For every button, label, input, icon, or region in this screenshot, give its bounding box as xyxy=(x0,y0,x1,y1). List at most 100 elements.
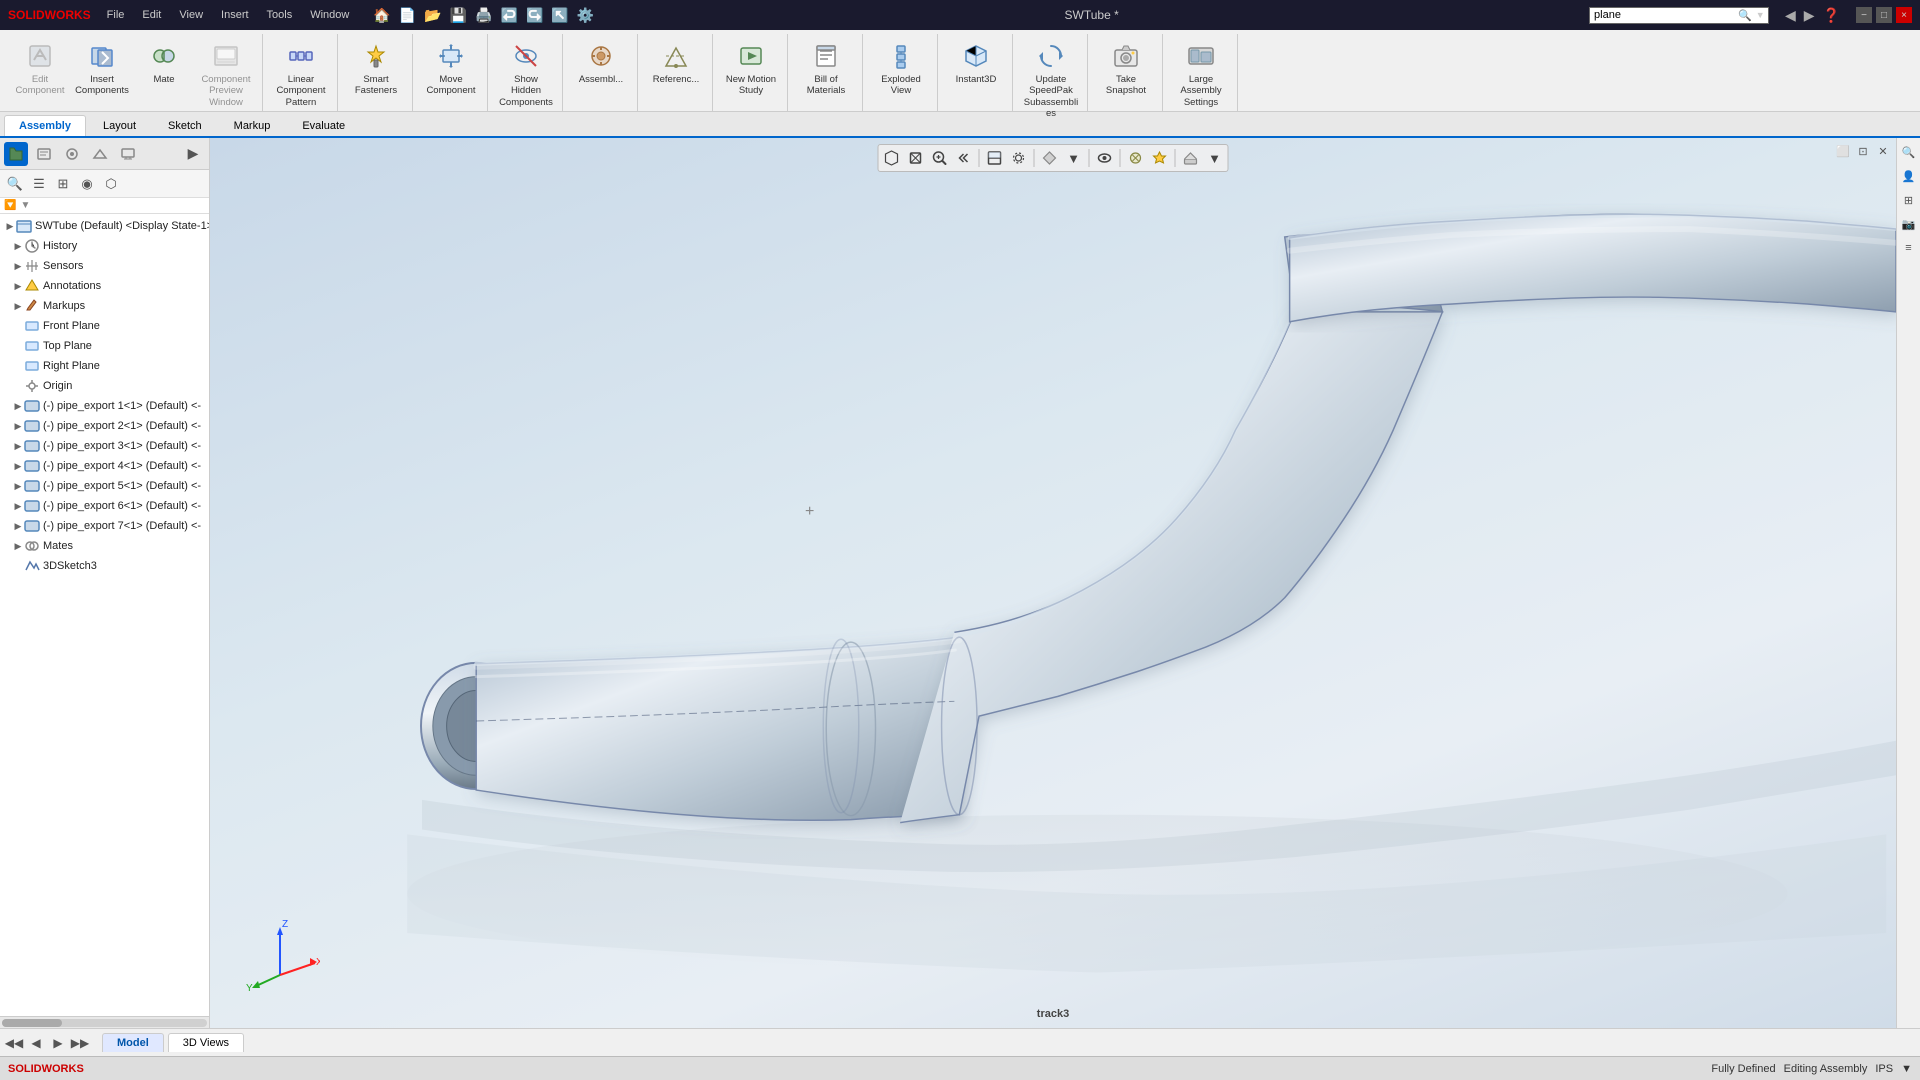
tree-item-pipe2[interactable]: ▶ (-) pipe_export 2<1> (Default) <- xyxy=(0,416,209,436)
maximize-pane-button[interactable]: ⬜ xyxy=(1834,142,1852,160)
tab-markup[interactable]: Markup xyxy=(219,115,286,136)
bill-of-materials-button[interactable]: Bill of Materials xyxy=(796,36,856,101)
edit-component-button[interactable]: Edit Component xyxy=(10,36,70,101)
print-icon[interactable]: 🖨️ xyxy=(475,7,492,24)
tree-item-origin[interactable]: ▶ Origin xyxy=(0,376,209,396)
menu-tools[interactable]: Tools xyxy=(259,7,301,23)
reference-geometry-button[interactable]: Referenc... xyxy=(646,36,706,89)
nav-last-button[interactable]: ▶▶ xyxy=(70,1033,90,1053)
tree-item-pipe7[interactable]: ▶ (-) pipe_export 7<1> (Default) <- xyxy=(0,516,209,536)
pipe6-toggle[interactable]: ▶ xyxy=(12,500,24,512)
instant3d-button[interactable]: Instant3D xyxy=(946,36,1006,89)
tree-item-3dsketch3[interactable]: ▶ 3DSketch3 xyxy=(0,556,209,576)
sidebar-search-button[interactable]: 🔍 xyxy=(4,173,26,195)
large-assembly-settings-button[interactable]: Large Assembly Settings xyxy=(1171,36,1231,112)
display-manager-tab[interactable] xyxy=(116,142,140,166)
sensors-toggle[interactable]: ▶ xyxy=(12,260,24,272)
sidebar-filter-button[interactable]: ⬡ xyxy=(100,173,122,195)
rp-camera-button[interactable]: 📷 xyxy=(1899,214,1919,234)
new-motion-study-button[interactable]: New Motion Study xyxy=(721,36,781,101)
move-component-button[interactable]: Move Component xyxy=(421,36,481,101)
sidebar-scrollbar[interactable] xyxy=(0,1016,209,1028)
dimxpert-tab[interactable] xyxy=(88,142,112,166)
save-icon[interactable]: 💾 xyxy=(450,7,467,24)
select-icon[interactable]: ↖️ xyxy=(551,7,568,24)
split-pane-button[interactable]: ⊡ xyxy=(1854,142,1872,160)
nav-next-button[interactable]: ▶ xyxy=(48,1033,68,1053)
tab-evaluate[interactable]: Evaluate xyxy=(287,115,360,136)
root-toggle[interactable]: ▶ xyxy=(4,220,16,232)
redo-icon[interactable]: ↪️ xyxy=(526,7,543,24)
minimize-button[interactable]: − xyxy=(1856,7,1872,23)
take-snapshot-button[interactable]: Take Snapshot xyxy=(1096,36,1156,101)
tree-item-pipe3[interactable]: ▶ (-) pipe_export 3<1> (Default) <- xyxy=(0,436,209,456)
close-pane-button[interactable]: ✕ xyxy=(1874,142,1892,160)
tree-item-mates[interactable]: ▶ Mates xyxy=(0,536,209,556)
scroll-thumb[interactable] xyxy=(2,1019,62,1027)
history-toggle[interactable]: ▶ xyxy=(12,240,24,252)
tree-item-pipe6[interactable]: ▶ (-) pipe_export 6<1> (Default) <- xyxy=(0,496,209,516)
configuration-manager-tab[interactable] xyxy=(60,142,84,166)
pipe5-toggle[interactable]: ▶ xyxy=(12,480,24,492)
tree-item-history[interactable]: ▶ History xyxy=(0,236,209,256)
tree-item-top-plane[interactable]: ▶ Top Plane xyxy=(0,336,209,356)
menu-edit[interactable]: Edit xyxy=(134,7,169,23)
tab-model[interactable]: Model xyxy=(102,1033,164,1052)
help-back-icon[interactable]: ◀ xyxy=(1785,7,1796,24)
tree-item-markups[interactable]: ▶ Markups xyxy=(0,296,209,316)
menu-insert[interactable]: Insert xyxy=(213,7,257,23)
annotations-toggle[interactable]: ▶ xyxy=(12,280,24,292)
tree-item-pipe1[interactable]: ▶ (-) pipe_export 1<1> (Default) <- xyxy=(0,396,209,416)
tree-root[interactable]: ▶ SWTube (Default) <Display State-1> xyxy=(0,216,209,236)
smart-fasteners-button[interactable]: Smart Fasteners xyxy=(346,36,406,101)
help-icon[interactable]: ❓ xyxy=(1823,7,1840,24)
nav-prev-button[interactable]: ◀ xyxy=(26,1033,46,1053)
search-dropdown-icon[interactable]: ▼ xyxy=(1756,10,1765,20)
sidebar-collapse-button[interactable]: ◉ xyxy=(76,173,98,195)
pipe2-toggle[interactable]: ▶ xyxy=(12,420,24,432)
menu-view[interactable]: View xyxy=(171,7,211,23)
tree-item-pipe4[interactable]: ▶ (-) pipe_export 4<1> (Default) <- xyxy=(0,456,209,476)
show-hidden-button[interactable]: Show Hidden Components xyxy=(496,36,556,112)
restore-button[interactable]: □ xyxy=(1876,7,1892,23)
search-icon[interactable]: 🔍 xyxy=(1738,9,1752,22)
pipe3-toggle[interactable]: ▶ xyxy=(12,440,24,452)
tab-assembly[interactable]: Assembly xyxy=(4,115,86,136)
mate-button[interactable]: Mate xyxy=(134,36,194,89)
home-icon[interactable]: 🏠 xyxy=(373,7,390,24)
nav-first-button[interactable]: ◀◀ xyxy=(4,1033,24,1053)
status-units-dropdown[interactable]: ▼ xyxy=(1901,1063,1912,1075)
tree-item-sensors[interactable]: ▶ Sensors xyxy=(0,256,209,276)
assembly-features-button[interactable]: Assembl... xyxy=(571,36,631,89)
pipe1-toggle[interactable]: ▶ xyxy=(12,400,24,412)
new-icon[interactable]: 📄 xyxy=(399,7,416,24)
tree-item-annotations[interactable]: ▶ Annotations xyxy=(0,276,209,296)
linear-pattern-button[interactable]: Linear Component Pattern xyxy=(271,36,331,112)
menu-file[interactable]: File xyxy=(99,7,133,23)
undo-icon[interactable]: ↩️ xyxy=(501,7,518,24)
rp-grid-button[interactable]: ⊞ xyxy=(1899,190,1919,210)
close-button[interactable]: × xyxy=(1896,7,1912,23)
update-speedpak-button[interactable]: Update SpeedPak Subassemblies xyxy=(1021,36,1081,124)
menu-window[interactable]: Window xyxy=(302,7,357,23)
help-forward-icon[interactable]: ▶ xyxy=(1804,7,1815,24)
tab-3dviews[interactable]: 3D Views xyxy=(168,1033,244,1052)
pipe-viewport[interactable] xyxy=(210,138,1896,1028)
tree-item-pipe5[interactable]: ▶ (-) pipe_export 5<1> (Default) <- xyxy=(0,476,209,496)
expand-sidebar-button[interactable]: ▶ xyxy=(181,142,205,166)
tab-sketch[interactable]: Sketch xyxy=(153,115,217,136)
options-icon[interactable]: ⚙️ xyxy=(577,7,594,24)
tab-layout[interactable]: Layout xyxy=(88,115,151,136)
rp-list-button[interactable]: ≡ xyxy=(1899,238,1919,258)
open-icon[interactable]: 📂 xyxy=(424,7,441,24)
exploded-view-button[interactable]: Exploded View xyxy=(871,36,931,101)
rp-search-button[interactable]: 🔍 xyxy=(1899,142,1919,162)
property-manager-tab[interactable] xyxy=(32,142,56,166)
sidebar-list-view-button[interactable]: ☰ xyxy=(28,173,50,195)
feature-manager-tab[interactable] xyxy=(4,142,28,166)
search-input[interactable] xyxy=(1594,9,1734,21)
viewport[interactable]: ▼ ▼ + xyxy=(210,138,1896,1028)
tree-item-right-plane[interactable]: ▶ Right Plane xyxy=(0,356,209,376)
pipe7-toggle[interactable]: ▶ xyxy=(12,520,24,532)
markups-toggle[interactable]: ▶ xyxy=(12,300,24,312)
